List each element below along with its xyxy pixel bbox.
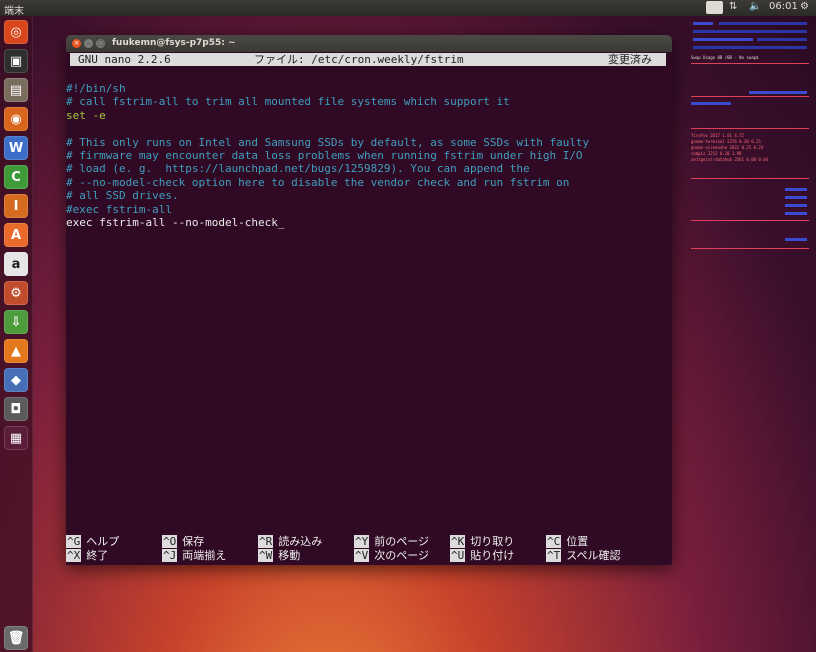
process-row: gnome-terminal 2376 0.30 0.25	[691, 139, 761, 144]
shortcut-item: ^C 位置	[546, 535, 588, 549]
editor-line: #!/bin/sh	[66, 82, 126, 95]
window-title: fuukemn@fsys-p7p55: ~	[112, 38, 236, 48]
launcher-system-settings-icon[interactable]: ⚙	[4, 281, 28, 305]
shortcut-key: ^R	[258, 535, 274, 548]
launcher-software-center-icon[interactable]: A	[4, 223, 28, 247]
launcher-vlc-icon[interactable]: ▲	[4, 339, 28, 363]
shortcut-item: ^X 終了	[66, 549, 108, 563]
shortcut-label: 移動	[278, 549, 301, 562]
shortcut-item: ^T スペル確認	[546, 549, 620, 563]
editor-line: # --no-model-check option here to disabl…	[66, 175, 570, 189]
launcher-impress-icon[interactable]: I	[4, 194, 28, 218]
shortcut-label: ヘルプ	[86, 535, 120, 548]
launcher: ◎ ▣ ▤ ◉ W C I Aa ⚙ ⇩ ▲ ◆ ◘ ▦ 🗑	[0, 16, 33, 652]
system-monitor-widget: Swap Usage 0B /0B - No swap$ firefox 261…	[689, 18, 813, 258]
shortcut-key: ^U	[450, 549, 466, 562]
terminal-window[interactable]: × – □ fuukemn@fsys-p7p55: ~ GNU nano 2.2…	[66, 35, 672, 565]
keyboard-indicator[interactable]: KB	[706, 1, 724, 14]
shortcut-label: スペル確認	[566, 549, 621, 562]
shortcut-key: ^V	[354, 549, 370, 562]
editor-line: # firmware may encounter data loss probl…	[66, 148, 583, 162]
shortcut-item: ^J 両端揃え	[162, 549, 226, 563]
text-cursor: _	[277, 215, 285, 229]
launcher-amazon-icon[interactable]: a	[4, 252, 28, 276]
editor-area[interactable]: #!/bin/sh # call fstrim-all to trim all m…	[66, 82, 589, 229]
volume-icon[interactable]: 🔈	[749, 1, 761, 12]
session-gear-icon[interactable]: ⚙	[800, 1, 809, 12]
launcher-update-manager-icon[interactable]: ⇩	[4, 310, 28, 334]
shortcut-label: 保存	[182, 535, 205, 548]
launcher-terminal-icon[interactable]: ▣	[4, 49, 28, 73]
shortcut-key: ^Y	[354, 535, 370, 548]
shortcut-item: ^R 読み込み	[258, 535, 322, 549]
nano-filename: ファイル: /etc/cron.weekly/fstrim	[254, 53, 464, 66]
shortcut-label: 前のページ	[374, 535, 430, 548]
network-icon[interactable]: ⇅	[729, 1, 737, 12]
process-row: compiz 2212 0.20 1.98	[691, 151, 742, 156]
active-app-name: 端末	[4, 6, 24, 17]
process-row: zeitgeist-datahub 2561 0.00 0.04	[691, 157, 769, 162]
shortcut-key: ^G	[66, 535, 82, 548]
launcher-dash-home-icon[interactable]: ◎	[4, 20, 28, 44]
shortcut-item: ^V 次のページ	[354, 549, 429, 563]
shortcut-label: 位置	[566, 535, 589, 548]
launcher-trash-icon[interactable]: 🗑	[4, 626, 28, 650]
editor-line: # call fstrim-all to trim all mounted fi…	[66, 95, 510, 109]
process-row: firefox 2617 1.01 4.72	[691, 133, 744, 138]
launcher-virtualbox-icon[interactable]: ◆	[4, 368, 28, 392]
shortcut-label: 次のページ	[374, 549, 430, 562]
shortcut-item: ^W 移動	[258, 549, 300, 563]
launcher-calc-icon[interactable]: C	[4, 165, 28, 189]
editor-line: # all SSD drives.	[66, 189, 179, 203]
shortcut-item: ^Y 前のページ	[354, 535, 429, 549]
launcher-firefox-icon[interactable]: ◉	[4, 107, 28, 131]
shortcut-label: 終了	[86, 549, 109, 562]
editor-line: # This only runs on Intel and Samsung SS…	[66, 135, 590, 149]
shortcut-key: ^K	[450, 535, 466, 548]
shortcut-item: ^G ヘルプ	[66, 535, 119, 549]
nano-header-bar: GNU nano 2.2.6 ファイル: /etc/cron.weekly/fs…	[70, 53, 666, 66]
shortcut-item: ^U 貼り付け	[450, 549, 514, 563]
clock[interactable]: 06:01	[769, 1, 798, 12]
launcher-workspace-switcher-icon[interactable]: ▦	[4, 426, 28, 450]
swap-usage: Swap Usage 0B /0B - No swap$	[691, 55, 759, 60]
launcher-screenshot-icon[interactable]: ◘	[4, 397, 28, 421]
editor-line: #exec fstrim-all	[66, 202, 172, 216]
nano-modified-status: 変更済み	[608, 53, 652, 66]
shortcut-key: ^O	[162, 535, 178, 548]
shortcut-key: ^C	[546, 535, 562, 548]
window-titlebar[interactable]: × – □ fuukemn@fsys-p7p55: ~	[66, 35, 672, 52]
shortcut-key: ^T	[546, 549, 562, 562]
launcher-writer-icon[interactable]: W	[4, 136, 28, 160]
close-icon[interactable]: ×	[72, 39, 81, 48]
editor-line: # load (e. g. https://launchpad.net/bugs…	[66, 162, 530, 176]
shortcut-key: ^J	[162, 549, 178, 562]
shortcut-item: ^K 切り取り	[450, 535, 514, 549]
process-row: gnome-screensho 2822 0.25 0.24	[691, 145, 764, 150]
editor-line: exec fstrim-all --no-model-check_	[66, 215, 285, 229]
shortcut-label: 両端揃え	[182, 549, 227, 562]
nano-version: GNU nano 2.2.6	[78, 53, 171, 66]
shortcut-item: ^O 保存	[162, 535, 204, 549]
shortcut-key: ^X	[66, 549, 82, 562]
top-panel: 端末 KB ⇅ 🔈 06:01 ⚙	[0, 0, 816, 17]
shortcut-key: ^W	[258, 549, 274, 562]
launcher-files-icon[interactable]: ▤	[4, 78, 28, 102]
shortcut-label: 貼り付け	[470, 549, 515, 562]
maximize-icon[interactable]: □	[96, 39, 105, 48]
shortcut-label: 読み込み	[278, 535, 323, 548]
shortcut-label: 切り取り	[470, 535, 515, 548]
minimize-icon[interactable]: –	[84, 39, 93, 48]
editor-line: set -e	[66, 108, 106, 122]
